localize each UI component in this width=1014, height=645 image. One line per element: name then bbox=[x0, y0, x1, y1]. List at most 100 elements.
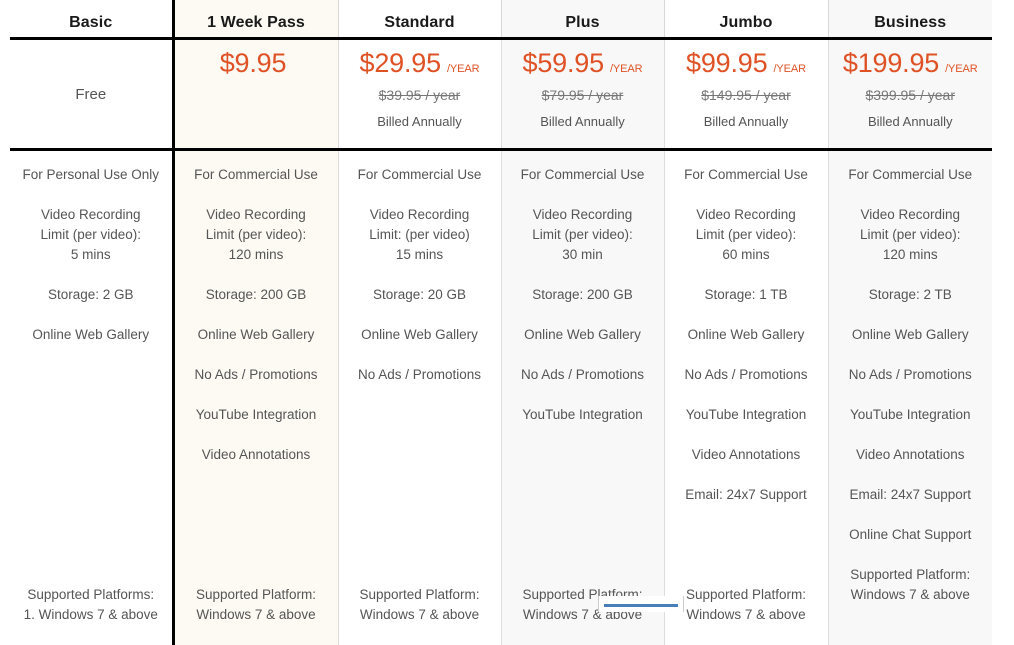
price-original-strikethrough: $79.95 / year bbox=[542, 87, 624, 103]
plan-header-plus[interactable]: Plus bbox=[501, 0, 664, 39]
price-period: /YEAR bbox=[773, 64, 806, 75]
price-main-line: $29.95 /YEAR bbox=[360, 50, 480, 77]
price-billing-note: Billed Annually bbox=[868, 114, 953, 129]
price-period: /YEAR bbox=[447, 64, 480, 75]
feature-item: Online Chat Support bbox=[835, 525, 987, 545]
feature-item: Online Web Gallery bbox=[16, 325, 166, 345]
plan-price-row: Free $9.95 $29.95 /YEA bbox=[10, 39, 992, 150]
feature-spacer bbox=[671, 525, 822, 565]
feature-item: YouTube Integration bbox=[835, 405, 987, 425]
feature-item: Video Annotations bbox=[671, 445, 822, 465]
price-cell-jumbo: $99.95 /YEAR $149.95 / year Billed Annua… bbox=[664, 39, 828, 150]
feature-item: Video Recording Limit (per video): 120 m… bbox=[181, 205, 332, 265]
feature-item: Storage: 2 TB bbox=[835, 285, 987, 305]
feature-item: Video Recording Limit (per video): 30 mi… bbox=[508, 205, 658, 265]
feature-item: No Ads / Promotions bbox=[835, 365, 987, 385]
feature-item: Online Web Gallery bbox=[181, 325, 332, 345]
price-original-strikethrough: $149.95 / year bbox=[701, 87, 791, 103]
plan-header-basic[interactable]: Basic bbox=[10, 0, 173, 39]
feature-item: Video Annotations bbox=[835, 445, 987, 465]
price-stack-standard: $29.95 /YEAR $39.95 / year Billed Annual… bbox=[339, 40, 501, 129]
feature-item: For Commercial Use bbox=[835, 165, 987, 185]
feature-item: No Ads / Promotions bbox=[181, 365, 332, 385]
price-cell-basic: Free bbox=[10, 39, 173, 150]
feature-item: YouTube Integration bbox=[671, 405, 822, 425]
feature-item: Online Web Gallery bbox=[671, 325, 822, 345]
feature-item: Storage: 200 GB bbox=[508, 285, 658, 305]
feature-item: Storage: 200 GB bbox=[181, 285, 332, 305]
feature-list: For Personal Use Only Video Recording Lim… bbox=[10, 165, 172, 625]
price-original-strikethrough: $39.95 / year bbox=[379, 87, 461, 103]
feature-item: No Ads / Promotions bbox=[345, 365, 495, 385]
feature-item: Online Web Gallery bbox=[345, 325, 495, 345]
price-billing-note: Billed Annually bbox=[704, 114, 789, 129]
feature-spacer bbox=[16, 365, 166, 565]
feature-list: For Commercial UseVideo Recording Limit … bbox=[665, 165, 828, 625]
price-stack-business: $199.95 /YEAR $399.95 / year Billed Annu… bbox=[829, 40, 993, 129]
price-amount: $199.95 bbox=[843, 50, 939, 77]
supported-platform-note: Supported Platform: Windows 7 & above bbox=[345, 585, 495, 625]
features-cell-business: For Commercial Use Video Recording Limit … bbox=[828, 150, 992, 645]
features-cell-plus: For Commercial Use Video Recording Limit … bbox=[501, 150, 664, 645]
price-stack-jumbo: $99.95 /YEAR $149.95 / year Billed Annua… bbox=[665, 40, 828, 129]
price-billing-note: Billed Annually bbox=[540, 114, 625, 129]
feature-item: For Personal Use Only bbox=[16, 165, 166, 185]
features-cell-week-pass: For Commercial Use Video Recording Limit … bbox=[173, 150, 338, 645]
feature-list: For Commercial Use Video Recording Limit … bbox=[502, 165, 664, 625]
feature-item: Video Recording Limit (per video): 120 m… bbox=[835, 205, 987, 265]
bottom-overlay-highlight-bar[interactable] bbox=[604, 604, 678, 607]
plan-header-business[interactable]: Business bbox=[828, 0, 992, 39]
feature-item: Video Annotations bbox=[181, 445, 332, 465]
plan-header-standard[interactable]: Standard bbox=[338, 0, 501, 39]
price-amount: $99.95 bbox=[686, 50, 767, 77]
plan-header-week-pass[interactable]: 1 Week Pass bbox=[173, 0, 338, 39]
feature-item: YouTube Integration bbox=[508, 405, 658, 425]
price-original-strikethrough: $399.95 / year bbox=[865, 87, 955, 103]
feature-item: For Commercial Use bbox=[181, 165, 332, 185]
price-billing-note: Billed Annually bbox=[377, 114, 462, 129]
feature-item: Storage: 2 GB bbox=[16, 285, 166, 305]
feature-item: YouTube Integration bbox=[181, 405, 332, 425]
supported-platform-note: Supported Platform: Windows 7 & above bbox=[181, 585, 332, 625]
price-free-label: Free bbox=[75, 86, 106, 103]
price-main-line: $9.95 bbox=[220, 50, 293, 77]
price-main-line: $59.95 /YEAR bbox=[523, 50, 643, 77]
feature-item: Email: 24x7 Support bbox=[671, 485, 822, 505]
pricing-page: Basic 1 Week Pass Standard Plus Jumbo Bu… bbox=[0, 0, 1014, 612]
feature-list: For Commercial Use Video Recording Limit … bbox=[829, 165, 993, 605]
feature-spacer bbox=[508, 445, 658, 565]
feature-list: For Commercial Use Video Recording Limit … bbox=[175, 165, 338, 625]
feature-item: No Ads / Promotions bbox=[508, 365, 658, 385]
plan-header-jumbo[interactable]: Jumbo bbox=[664, 0, 828, 39]
price-cell-standard: $29.95 /YEAR $39.95 / year Billed Annual… bbox=[338, 39, 501, 150]
feature-item: Video Recording Limit (per video): 5 min… bbox=[16, 205, 166, 265]
features-cell-jumbo: For Commercial UseVideo Recording Limit … bbox=[664, 150, 828, 645]
price-amount: $29.95 bbox=[360, 50, 441, 77]
feature-item: Video Recording Limit: (per video) 15 mi… bbox=[345, 205, 495, 265]
feature-item: Online Web Gallery bbox=[508, 325, 658, 345]
supported-platform-note: Supported Platforms: 1. Windows 7 & abov… bbox=[16, 585, 166, 625]
price-cell-plus: $59.95 /YEAR $79.95 / year Billed Annual… bbox=[501, 39, 664, 150]
features-cell-basic: For Personal Use Only Video Recording Lim… bbox=[10, 150, 173, 645]
feature-item: No Ads / Promotions bbox=[671, 365, 822, 385]
feature-item: For Commercial Use bbox=[508, 165, 658, 185]
feature-item: Storage: 20 GB bbox=[345, 285, 495, 305]
plan-features-row: For Personal Use Only Video Recording Lim… bbox=[10, 150, 992, 645]
plan-header-row: Basic 1 Week Pass Standard Plus Jumbo Bu… bbox=[10, 0, 992, 39]
price-cell-week-pass: $9.95 bbox=[173, 39, 338, 150]
feature-item: For Commercial Use bbox=[345, 165, 495, 185]
feature-item: For Commercial Use bbox=[671, 165, 822, 185]
feature-spacer bbox=[181, 485, 332, 565]
features-cell-standard: For Commercial Use Video Recording Limit:… bbox=[338, 150, 501, 645]
feature-item: Online Web Gallery bbox=[835, 325, 987, 345]
feature-spacer bbox=[345, 405, 495, 565]
supported-platform-note: Supported Platform: Windows 7 & above bbox=[671, 585, 822, 625]
price-stack-plus: $59.95 /YEAR $79.95 / year Billed Annual… bbox=[502, 40, 664, 129]
price-amount: $59.95 bbox=[523, 50, 604, 77]
pricing-table: Basic 1 Week Pass Standard Plus Jumbo Bu… bbox=[10, 0, 992, 645]
price-main-line: $199.95 /YEAR bbox=[843, 50, 978, 77]
supported-platform-note: Supported Platform: Windows 7 & above bbox=[835, 565, 987, 605]
feature-item: Email: 24x7 Support bbox=[835, 485, 987, 505]
price-amount: $9.95 bbox=[220, 50, 287, 77]
feature-list: For Commercial Use Video Recording Limit:… bbox=[339, 165, 501, 625]
